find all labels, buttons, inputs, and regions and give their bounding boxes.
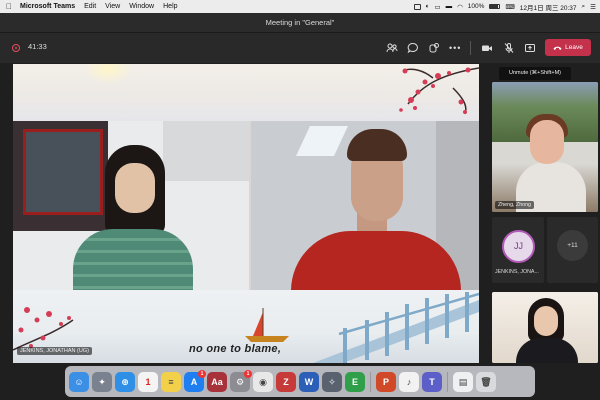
leave-button[interactable]: Leave [545,39,591,56]
participant-tile-jenkins[interactable]: JJ JENKINS, JONA... [492,217,544,283]
status-area: ◐ ▭ ▬ ◠ 100% ⌨ 12月1日 周三 20:37 ⌕ ☰ [413,0,596,13]
self-view-tile[interactable] [492,292,598,363]
wechat-icon[interactable]: ◐ [426,3,430,10]
notification-badge: 1 [198,369,206,378]
menu-window[interactable]: Window [129,3,154,10]
leave-label: Leave [565,44,583,51]
mic-muted-icon[interactable] [503,42,515,54]
dock-preview-icon[interactable]: ▤ [453,371,473,392]
phone-icon [553,46,562,50]
dock-word-icon[interactable]: W [299,371,319,392]
dock-ai-tool-icon[interactable]: ✧ [322,371,342,392]
menu-help[interactable]: Help [163,3,177,10]
share-icon[interactable] [524,42,536,54]
dock-zotero-icon[interactable]: Z [276,371,296,392]
room-window [23,129,103,215]
search-icon[interactable]: ⌕ [582,3,586,11]
camera-icon[interactable] [481,42,493,54]
clock[interactable]: 12月1日 周三 20:37 [520,2,577,12]
participant-gallery: Zheng, Zhong JJ JENKINS, JONA... +11 [491,82,598,363]
toolbar-divider [470,41,471,55]
bridge [313,292,479,363]
input-method-icon[interactable]: ⌨ [505,3,514,11]
dock-separator [447,371,448,392]
video-tile-participant-1[interactable] [13,121,249,290]
notification-badge: 1 [244,369,252,378]
screen-mirroring-icon[interactable] [413,3,421,10]
dock-chrome-icon[interactable]: ◉ [253,371,273,392]
dock-app-store-icon[interactable]: A1 [184,369,206,392]
wifi-icon[interactable]: ◠ [457,3,463,11]
dock-trash-icon[interactable]: 🗑 [476,371,496,392]
dock-notes-icon[interactable]: ≡ [161,371,181,392]
boat [245,308,289,342]
more-options-icon[interactable]: ••• [449,42,461,54]
airplay-icon[interactable]: ▭ [434,3,440,11]
shared-screen-stage[interactable]: no one to blame, JENKINS, JONATHAN (UG) [13,64,479,363]
apple-menu-icon[interactable]:  [6,2,12,11]
speaker-name-label: JENKINS, JONATHAN (UG) [17,347,92,355]
dock-dictionary-icon[interactable]: Aa [207,371,227,392]
plum-branch-top [399,67,479,115]
participant-face [534,306,558,336]
meeting-timer: 41:33 [28,42,47,51]
participant-tile-zheng[interactable]: Zheng, Zhong [492,82,598,212]
video-tile-participant-2[interactable] [251,121,479,290]
recording-icon [12,44,20,52]
subtitle-caption: no one to blame, [189,343,282,355]
participant-name: Zheng, Zhong [495,201,534,209]
participant-face [530,120,564,164]
control-icon[interactable]: ▬ [446,3,453,10]
participant-sweater [73,229,193,290]
dock-launchpad-icon[interactable]: ✦ [92,371,112,392]
reactions-icon[interactable] [428,42,440,54]
notification-center-icon[interactable]: ☰ [590,3,596,11]
dock-music-icon[interactable]: ♪ [399,371,419,392]
battery-percent: 100% [467,3,485,10]
battery-icon[interactable] [489,4,501,9]
menu-edit[interactable]: Edit [84,3,96,10]
window-title: Meeting in "General" [0,13,600,33]
participant-name: JENKINS, JONA... [495,269,539,275]
slide-background-top [13,64,479,121]
menu-view[interactable]: View [105,3,120,10]
dock-safari-icon[interactable]: ⊕ [115,371,135,392]
teams-meeting-window:  Microsoft Teams Edit View Window Help … [0,0,600,400]
ceiling-light [296,126,348,156]
dock-teams-icon[interactable]: T [422,371,442,392]
mac-dock: ☺ ✦ ⊕ 1 ≡ A 1 Aa ⚙ 1 ◉ Z W ✧ E P ♪ T ▤ 🗑 [65,366,535,397]
dock-calendar-icon[interactable]: 1 [138,371,158,392]
dock-finder-icon[interactable]: ☺ [69,371,89,392]
people-icon[interactable] [386,42,398,54]
more-participants-count: +11 [557,230,588,261]
meeting-toolbar: 41:33 ••• Leave [0,33,600,63]
dock-system-preferences-icon[interactable]: ⚙ 1 [230,369,252,392]
mac-menu-bar:  Microsoft Teams Edit View Window Help … [0,0,600,13]
avatar: JJ [502,230,535,263]
mute-tooltip: Unmute (⌘+Shift+M) [499,67,571,80]
dock-powerpoint-icon[interactable]: P [376,371,396,392]
dock-separator [370,371,371,392]
dock-evernote-icon[interactable]: E [345,371,365,392]
menu-app-name[interactable]: Microsoft Teams [20,3,75,10]
chat-icon[interactable] [407,42,419,54]
participant-face [115,163,155,213]
room-shelf [163,121,249,181]
more-participants-tile[interactable]: +11 [547,217,598,283]
participant-hair [347,129,407,161]
